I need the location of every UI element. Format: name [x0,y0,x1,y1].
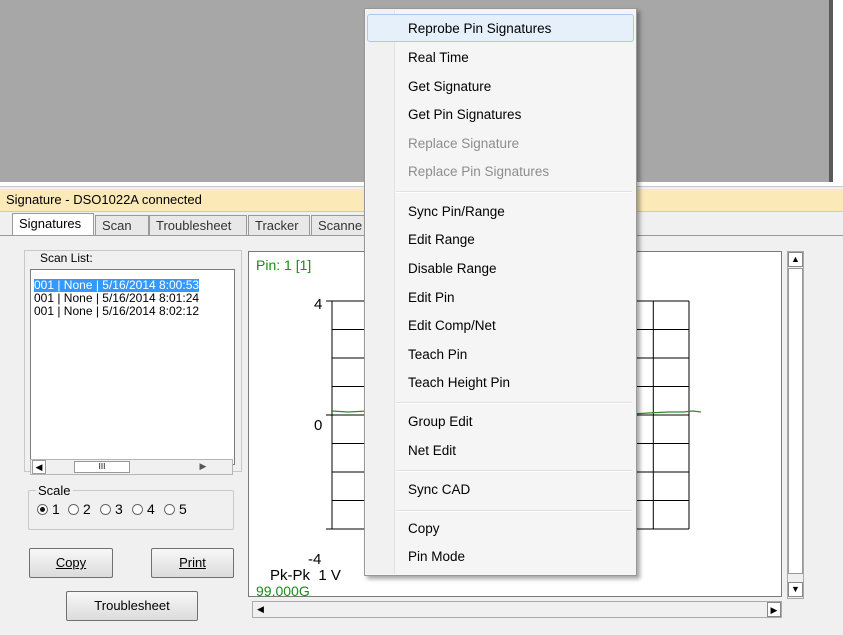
tab-scanner[interactable]: Scanne [311,215,367,235]
menu-item-disable-range[interactable]: Disable Range [408,261,497,276]
scale-radio-label: 5 [179,501,187,517]
vscroll-thumb[interactable] [788,268,803,574]
scale-radio-4[interactable] [132,504,143,515]
menu-separator [396,402,632,404]
scale-radio-label: 3 [115,501,123,517]
tab-scan[interactable]: Scan [95,215,149,235]
tab-signatures[interactable]: Signatures [12,213,94,236]
tab-tracker[interactable]: Tracker [248,215,310,235]
menu-item-real-time[interactable]: Real Time [408,50,469,65]
menu-item-edit-comp-net[interactable]: Edit Comp/Net [408,318,496,333]
menu-item-sync-cad[interactable]: Sync CAD [408,482,470,497]
pk-pk-label: Pk-Pk 1 V [270,567,341,584]
scale-radio-label: 4 [147,501,155,517]
menu-item-sync-pin-range[interactable]: Sync Pin/Range [408,204,505,219]
scale-radio-5[interactable] [164,504,175,515]
scroll-right-icon[interactable]: ▶ [767,602,781,617]
scale-radio-label: 2 [83,501,91,517]
scan-list[interactable]: 001 | None | 5/16/2014 8:00:53 001 | Non… [30,269,235,465]
background-edge [833,0,843,182]
menu-item-replace-pin-signatures[interactable]: Replace Pin Signatures [408,164,549,179]
scroll-up-icon[interactable]: ▲ [788,252,803,267]
menu-item-pin-mode[interactable]: Pin Mode [408,549,465,564]
menu-item-edit-pin[interactable]: Edit Pin [408,290,455,305]
y-mid-label: 0 [314,417,323,434]
menu-item-get-pin-signatures[interactable]: Get Pin Signatures [408,107,521,122]
scroll-thumb[interactable]: III [74,461,130,473]
menu-separator [396,191,632,193]
scale-radio-3[interactable] [100,504,111,515]
scroll-right-icon[interactable]: ▶ [196,460,210,474]
scale-radio-label: 1 [52,501,60,517]
print-button[interactable]: Print [151,548,234,578]
menu-item-net-edit[interactable]: Net Edit [408,443,456,458]
scan-list-label: Scan List: [38,251,95,265]
troubleshoot-button[interactable]: Troublesheet [66,591,198,621]
plot-hscrollbar[interactable] [252,601,782,618]
context-menu [364,8,637,576]
window-title: Signature - DSO1022A connected [6,192,202,207]
menu-separator [396,510,632,512]
context-menu-icon-gutter [366,10,395,574]
menu-item-replace-signature[interactable]: Replace Signature [408,136,519,151]
scroll-down-icon[interactable]: ▼ [788,582,803,597]
menu-item-teach-pin[interactable]: Teach Pin [408,347,467,362]
scale-label: Scale [36,483,73,498]
y-min-label: -4 [308,551,322,568]
menu-separator [396,470,632,472]
pin-label: Pin: 1 [1] [256,257,312,273]
scroll-left-icon[interactable]: ◀ [253,602,268,617]
scroll-left-icon[interactable]: ◀ [32,460,46,474]
menu-item-reprobe-pin-signatures[interactable]: Reprobe Pin Signatures [408,21,551,36]
menu-item-get-signature[interactable]: Get Signature [408,79,491,94]
menu-item-copy[interactable]: Copy [408,521,440,536]
resistance-label: 99.000G [256,583,310,599]
tab-troubleshoot[interactable]: Troublesheet [149,215,247,235]
menu-item-edit-range[interactable]: Edit Range [408,232,475,247]
copy-button[interactable]: Copy [29,548,113,578]
scan-list-item[interactable]: 001 | None | 5/16/2014 8:02:12 [34,305,199,318]
menu-item-group-edit[interactable]: Group Edit [408,414,473,429]
scale-radio-1[interactable] [37,504,48,515]
y-max-label: 4 [314,296,323,313]
scale-radio-2[interactable] [68,504,79,515]
menu-item-teach-height-pin[interactable]: Teach Height Pin [408,375,510,390]
